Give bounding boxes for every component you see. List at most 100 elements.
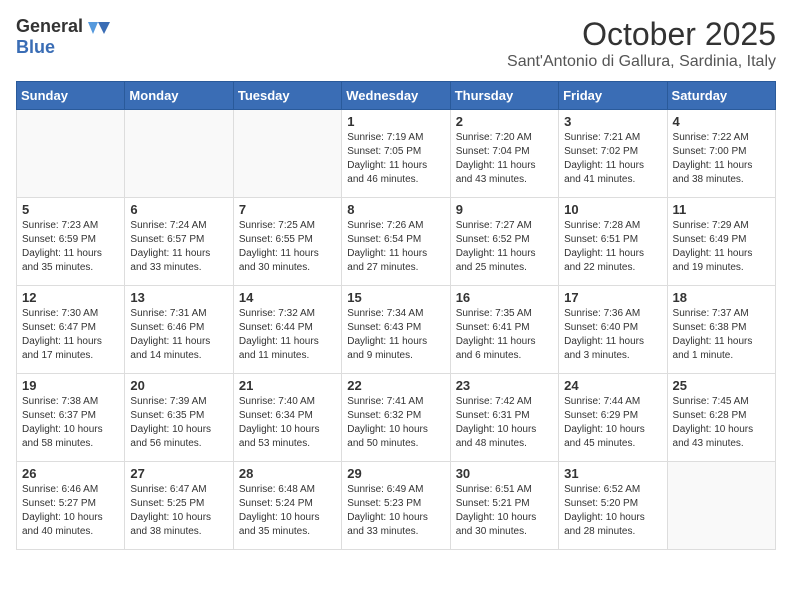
day-number: 3 xyxy=(564,114,661,129)
day-info: Sunrise: 6:48 AM Sunset: 5:24 PM Dayligh… xyxy=(239,483,336,539)
day-number: 2 xyxy=(456,114,553,129)
day-number: 5 xyxy=(22,202,119,217)
day-info: Sunrise: 7:23 AM Sunset: 6:59 PM Dayligh… xyxy=(22,219,119,275)
col-tuesday: Tuesday xyxy=(233,82,341,110)
table-row: 12 Sunrise: 7:30 AM Sunset: 6:47 PM Dayli… xyxy=(17,286,125,374)
table-row: 18 Sunrise: 7:37 AM Sunset: 6:38 PM Dayli… xyxy=(667,286,775,374)
day-number: 16 xyxy=(456,290,553,305)
logo-icon xyxy=(88,20,110,36)
table-row: 19 Sunrise: 7:38 AM Sunset: 6:37 PM Dayli… xyxy=(17,374,125,462)
day-info: Sunrise: 6:46 AM Sunset: 5:27 PM Dayligh… xyxy=(22,483,119,539)
table-row: 8 Sunrise: 7:26 AM Sunset: 6:54 PM Daylig… xyxy=(342,198,450,286)
day-number: 22 xyxy=(347,378,444,393)
calendar-header-row: Sunday Monday Tuesday Wednesday Thursday… xyxy=(17,82,776,110)
calendar-table: Sunday Monday Tuesday Wednesday Thursday… xyxy=(16,81,776,550)
day-number: 11 xyxy=(673,202,770,217)
table-row: 4 Sunrise: 7:22 AM Sunset: 7:00 PM Daylig… xyxy=(667,110,775,198)
week-row-2: 12 Sunrise: 7:30 AM Sunset: 6:47 PM Dayli… xyxy=(17,286,776,374)
day-number: 25 xyxy=(673,378,770,393)
table-row: 6 Sunrise: 7:24 AM Sunset: 6:57 PM Daylig… xyxy=(125,198,233,286)
table-row: 22 Sunrise: 7:41 AM Sunset: 6:32 PM Dayli… xyxy=(342,374,450,462)
week-row-1: 5 Sunrise: 7:23 AM Sunset: 6:59 PM Daylig… xyxy=(17,198,776,286)
table-row: 26 Sunrise: 6:46 AM Sunset: 5:27 PM Dayli… xyxy=(17,462,125,550)
table-row: 29 Sunrise: 6:49 AM Sunset: 5:23 PM Dayli… xyxy=(342,462,450,550)
day-info: Sunrise: 6:47 AM Sunset: 5:25 PM Dayligh… xyxy=(130,483,227,539)
table-row: 23 Sunrise: 7:42 AM Sunset: 6:31 PM Dayli… xyxy=(450,374,558,462)
table-row: 11Sunrise: 7:29 AM Sunset: 6:49 PM Dayli… xyxy=(667,198,775,286)
day-info: Sunrise: 7:35 AM Sunset: 6:41 PM Dayligh… xyxy=(456,307,553,363)
day-number: 17 xyxy=(564,290,661,305)
table-row: 16 Sunrise: 7:35 AM Sunset: 6:41 PM Dayli… xyxy=(450,286,558,374)
title-block: October 2025 Sant'Antonio di Gallura, Sa… xyxy=(507,16,776,71)
day-number: 24 xyxy=(564,378,661,393)
day-info: Sunrise: 7:22 AM Sunset: 7:00 PM Dayligh… xyxy=(673,131,770,187)
day-info: Sunrise: 7:24 AM Sunset: 6:57 PM Dayligh… xyxy=(130,219,227,275)
day-info: Sunrise: 7:27 AM Sunset: 6:52 PM Dayligh… xyxy=(456,219,553,275)
day-info: Sunrise: 7:44 AM Sunset: 6:29 PM Dayligh… xyxy=(564,395,661,451)
day-info: Sunrise: 6:49 AM Sunset: 5:23 PM Dayligh… xyxy=(347,483,444,539)
col-wednesday: Wednesday xyxy=(342,82,450,110)
day-info: Sunrise: 7:25 AM Sunset: 6:55 PM Dayligh… xyxy=(239,219,336,275)
day-info: Sunrise: 7:34 AM Sunset: 6:43 PM Dayligh… xyxy=(347,307,444,363)
day-info: Sunrise: 7:28 AM Sunset: 6:51 PM Dayligh… xyxy=(564,219,661,275)
day-info: Sunrise: 7:37 AM Sunset: 6:38 PM Dayligh… xyxy=(673,307,770,363)
col-saturday: Saturday xyxy=(667,82,775,110)
table-row: 10Sunrise: 7:28 AM Sunset: 6:51 PM Dayli… xyxy=(559,198,667,286)
logo-general-text: General xyxy=(16,16,110,37)
day-number: 13 xyxy=(130,290,227,305)
day-info: Sunrise: 7:26 AM Sunset: 6:54 PM Dayligh… xyxy=(347,219,444,275)
day-info: Sunrise: 7:30 AM Sunset: 6:47 PM Dayligh… xyxy=(22,307,119,363)
day-info: Sunrise: 7:42 AM Sunset: 6:31 PM Dayligh… xyxy=(456,395,553,451)
day-info: Sunrise: 7:32 AM Sunset: 6:44 PM Dayligh… xyxy=(239,307,336,363)
logo-blue-text: Blue xyxy=(16,37,55,57)
day-number: 20 xyxy=(130,378,227,393)
table-row xyxy=(125,110,233,198)
table-row: 1Sunrise: 7:19 AM Sunset: 7:05 PM Daylig… xyxy=(342,110,450,198)
table-row: 24 Sunrise: 7:44 AM Sunset: 6:29 PM Dayli… xyxy=(559,374,667,462)
day-info: Sunrise: 7:20 AM Sunset: 7:04 PM Dayligh… xyxy=(456,131,553,187)
day-number: 27 xyxy=(130,466,227,481)
day-info: Sunrise: 7:39 AM Sunset: 6:35 PM Dayligh… xyxy=(130,395,227,451)
table-row: 17Sunrise: 7:36 AM Sunset: 6:40 PM Dayli… xyxy=(559,286,667,374)
day-number: 29 xyxy=(347,466,444,481)
calendar-subtitle: Sant'Antonio di Gallura, Sardinia, Italy xyxy=(507,53,776,71)
day-number: 19 xyxy=(22,378,119,393)
table-row: 25Sunrise: 7:45 AM Sunset: 6:28 PM Dayli… xyxy=(667,374,775,462)
table-row: 2 Sunrise: 7:20 AM Sunset: 7:04 PM Daylig… xyxy=(450,110,558,198)
table-row: 9Sunrise: 7:27 AM Sunset: 6:52 PM Daylig… xyxy=(450,198,558,286)
day-number: 14 xyxy=(239,290,336,305)
page-header: General Blue October 2025 Sant'Antonio d… xyxy=(16,16,776,71)
table-row xyxy=(233,110,341,198)
col-sunday: Sunday xyxy=(17,82,125,110)
table-row: 30Sunrise: 6:51 AM Sunset: 5:21 PM Dayli… xyxy=(450,462,558,550)
day-info: Sunrise: 7:41 AM Sunset: 6:32 PM Dayligh… xyxy=(347,395,444,451)
table-row xyxy=(17,110,125,198)
day-number: 12 xyxy=(22,290,119,305)
table-row: 7Sunrise: 7:25 AM Sunset: 6:55 PM Daylig… xyxy=(233,198,341,286)
day-number: 18 xyxy=(673,290,770,305)
table-row: 14 Sunrise: 7:32 AM Sunset: 6:44 PM Dayli… xyxy=(233,286,341,374)
day-info: Sunrise: 6:52 AM Sunset: 5:20 PM Dayligh… xyxy=(564,483,661,539)
table-row: 20 Sunrise: 7:39 AM Sunset: 6:35 PM Dayli… xyxy=(125,374,233,462)
week-row-4: 26 Sunrise: 6:46 AM Sunset: 5:27 PM Dayli… xyxy=(17,462,776,550)
day-number: 23 xyxy=(456,378,553,393)
day-number: 4 xyxy=(673,114,770,129)
logo: General Blue xyxy=(16,16,110,58)
day-info: Sunrise: 7:31 AM Sunset: 6:46 PM Dayligh… xyxy=(130,307,227,363)
col-thursday: Thursday xyxy=(450,82,558,110)
week-row-3: 19 Sunrise: 7:38 AM Sunset: 6:37 PM Dayli… xyxy=(17,374,776,462)
day-info: Sunrise: 6:51 AM Sunset: 5:21 PM Dayligh… xyxy=(456,483,553,539)
day-info: Sunrise: 7:19 AM Sunset: 7:05 PM Dayligh… xyxy=(347,131,444,187)
day-number: 26 xyxy=(22,466,119,481)
day-number: 6 xyxy=(130,202,227,217)
table-row: 31 Sunrise: 6:52 AM Sunset: 5:20 PM Dayli… xyxy=(559,462,667,550)
day-number: 31 xyxy=(564,466,661,481)
col-monday: Monday xyxy=(125,82,233,110)
day-info: Sunrise: 7:21 AM Sunset: 7:02 PM Dayligh… xyxy=(564,131,661,187)
table-row: 13 Sunrise: 7:31 AM Sunset: 6:46 PM Dayli… xyxy=(125,286,233,374)
day-number: 8 xyxy=(347,202,444,217)
table-row: 5 Sunrise: 7:23 AM Sunset: 6:59 PM Daylig… xyxy=(17,198,125,286)
table-row xyxy=(667,462,775,550)
day-info: Sunrise: 7:38 AM Sunset: 6:37 PM Dayligh… xyxy=(22,395,119,451)
table-row: 3 Sunrise: 7:21 AM Sunset: 7:02 PM Daylig… xyxy=(559,110,667,198)
